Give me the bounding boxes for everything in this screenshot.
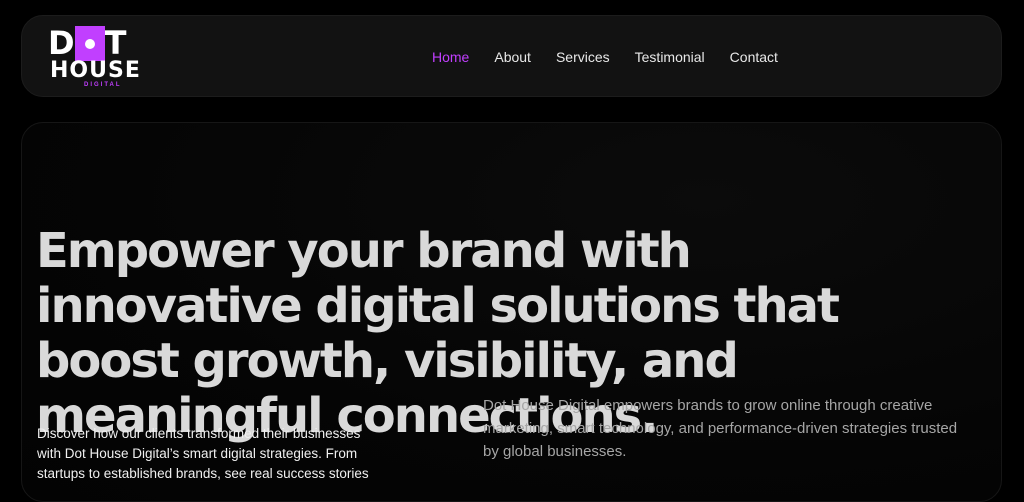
navigation-bar: D T HOUSE DIGITAL Home About Services Te… bbox=[21, 15, 1002, 97]
nav-link-services[interactable]: Services bbox=[556, 49, 610, 65]
hero-left-description: Discover how our clients transformed the… bbox=[37, 426, 369, 481]
dot-house-logo[interactable]: D T HOUSE DIGITAL bbox=[48, 26, 140, 90]
logo-letter-d: D bbox=[48, 24, 75, 62]
nav-link-contact[interactable]: Contact bbox=[730, 49, 778, 65]
hero-right-description: Dot House Digital empowers brands to gro… bbox=[483, 397, 958, 460]
nav-link-testimonial[interactable]: Testimonial bbox=[635, 49, 705, 65]
logo-wordmark-house: HOUSE bbox=[50, 58, 141, 83]
logo-o-square bbox=[74, 26, 105, 61]
nav-link-about[interactable]: About bbox=[494, 49, 531, 65]
logo-letter-t: T bbox=[104, 24, 127, 62]
logo-tagline: DIGITAL bbox=[84, 82, 122, 88]
main-menu: Home About Services Testimonial Contact bbox=[432, 16, 803, 98]
logo-wordmark-dot: D T bbox=[48, 26, 126, 61]
nav-link-home[interactable]: Home bbox=[432, 49, 469, 65]
